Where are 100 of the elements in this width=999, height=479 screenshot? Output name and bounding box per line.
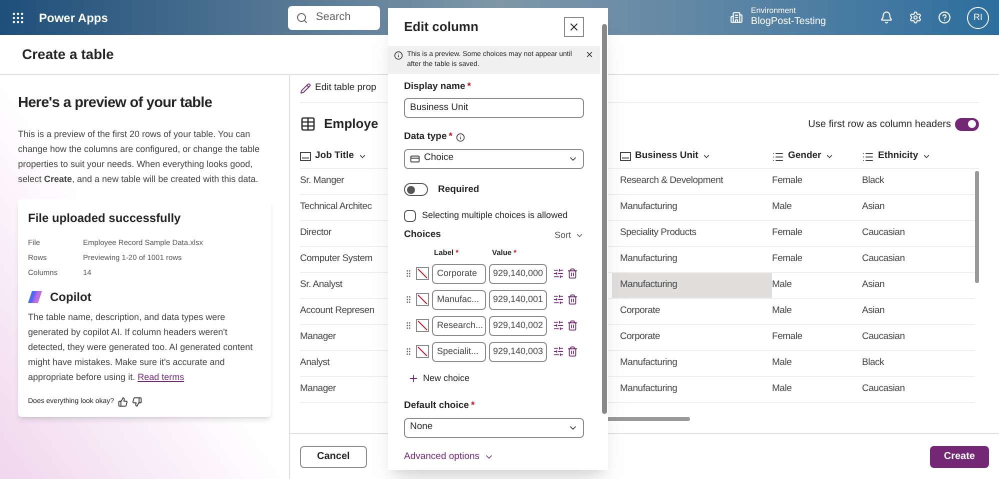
table-cell[interactable]: Female — [772, 221, 862, 246]
table-cell[interactable]: Manufacturing — [612, 195, 772, 220]
checkbox[interactable] — [404, 210, 416, 222]
table-cell[interactable]: Account Represen — [300, 299, 388, 324]
delete-icon[interactable] — [567, 294, 578, 306]
table-cell[interactable]: Male — [772, 351, 862, 376]
read-terms-link[interactable]: Read terms — [138, 372, 184, 382]
required-mark: * — [467, 81, 471, 92]
table-cell[interactable]: Computer System — [300, 247, 388, 272]
choice-value-field[interactable]: 929,140,003 — [489, 342, 547, 362]
choice-value-field[interactable]: 929,140,000 — [489, 264, 547, 284]
column-header[interactable]: Business Unit — [620, 149, 712, 164]
table-cell[interactable]: Female — [772, 325, 862, 350]
table-cell[interactable]: Female — [772, 247, 862, 272]
environment-name[interactable]: BlogPost-Testing — [750, 16, 826, 29]
table-cell[interactable]: Sr. Analyst — [300, 273, 388, 298]
sliders-icon[interactable] — [553, 268, 564, 280]
table-cell[interactable]: Sr. Manger — [300, 169, 388, 194]
settings-icon[interactable] — [909, 11, 922, 24]
copilot-logo-icon — [28, 290, 42, 304]
edit-table-properties-button[interactable]: Edit table prop — [300, 81, 376, 96]
table-cell[interactable]: Manager — [300, 325, 388, 350]
table-cell[interactable]: Male — [772, 273, 862, 298]
sliders-icon[interactable] — [553, 294, 564, 306]
drag-handle-icon[interactable] — [404, 321, 413, 330]
table-cell[interactable]: Male — [772, 377, 862, 402]
header-toggle[interactable] — [955, 118, 979, 130]
column-header[interactable]: Ethnicity — [862, 149, 932, 164]
drag-handle-icon[interactable] — [404, 347, 413, 356]
table-cell[interactable]: Male — [772, 299, 862, 324]
table-cell[interactable]: Caucasian — [862, 377, 962, 402]
info-icon[interactable] — [456, 132, 466, 142]
drag-handle-icon[interactable] — [404, 295, 413, 304]
thumbs-down-icon[interactable] — [132, 397, 142, 407]
choice-label-field[interactable]: Manufac... — [432, 290, 486, 310]
column-header[interactable]: Job Title — [300, 149, 367, 164]
table-cell[interactable]: Caucasian — [862, 247, 962, 272]
no-color-swatch-icon[interactable] — [416, 293, 429, 306]
drag-handle-icon[interactable] — [404, 269, 413, 278]
choice-value-field[interactable]: 929,140,002 — [489, 316, 547, 336]
choice-label-field[interactable]: Specialit... — [432, 342, 486, 362]
table-cell[interactable]: Female — [772, 169, 862, 194]
app-name[interactable]: Power Apps — [39, 8, 108, 26]
help-icon[interactable] — [938, 11, 951, 24]
table-cell[interactable]: Manufacturing — [612, 351, 772, 376]
panel-title: Edit column — [404, 18, 478, 36]
table-cell[interactable]: Research & Development — [612, 169, 772, 194]
choice-value-field[interactable]: 929,140,001 — [489, 290, 547, 310]
no-color-swatch-icon[interactable] — [416, 319, 429, 332]
user-avatar[interactable]: RI — [967, 6, 989, 28]
sliders-icon[interactable] — [553, 346, 564, 358]
close-button[interactable] — [564, 17, 584, 37]
table-cell[interactable]: Male — [772, 195, 862, 220]
table-cell[interactable]: Caucasian — [862, 221, 962, 246]
table-cell[interactable]: Asian — [862, 273, 962, 298]
delete-icon[interactable] — [567, 346, 578, 358]
create-button[interactable]: Create — [930, 446, 989, 468]
table-cell[interactable]: Black — [862, 351, 962, 376]
sort-button[interactable]: Sort — [554, 228, 584, 242]
no-color-swatch-icon[interactable] — [416, 267, 429, 280]
table-cell[interactable]: Corporate — [612, 325, 772, 350]
table-cell[interactable]: Black — [862, 169, 962, 194]
table-cell[interactable]: Manufacturing — [612, 273, 772, 298]
field-label: Display name * — [404, 80, 472, 94]
required-mark: * — [448, 131, 452, 142]
table-cell[interactable]: Asian — [862, 299, 962, 324]
new-choice-button[interactable]: New choice — [408, 372, 584, 386]
required-mark: * — [470, 400, 475, 412]
default-choice-dropdown[interactable]: None — [404, 418, 584, 438]
pencil-icon — [300, 83, 311, 94]
search-field[interactable]: Search — [288, 6, 380, 30]
table-cell[interactable]: Manufacturing — [612, 247, 772, 272]
table-cell[interactable]: Analyst — [300, 351, 388, 376]
cancel-button[interactable]: Cancel — [300, 446, 367, 468]
table-cell[interactable]: Corporate — [612, 299, 772, 324]
table-cell[interactable]: Manufacturing — [612, 377, 772, 402]
delete-icon[interactable] — [567, 268, 578, 280]
column-header[interactable]: Gender — [772, 149, 834, 164]
table-cell[interactable]: Manager — [300, 377, 388, 402]
table-cell[interactable]: Asian — [862, 195, 962, 220]
advanced-options-link[interactable]: Advanced options — [404, 450, 584, 464]
choice-label-field[interactable]: Research... — [432, 316, 486, 336]
vertical-scrollbar[interactable] — [975, 171, 979, 283]
table-cell[interactable]: Technical Architec — [300, 195, 388, 220]
notifications-icon[interactable] — [880, 11, 893, 24]
no-color-swatch-icon[interactable] — [416, 345, 429, 358]
card-icon — [410, 154, 420, 164]
preview-description: This is a preview of the first 20 rows of your table. You can change how the columns are configured, or change the table properties to suit your needs. When everything looks good, select Create, and a new table will be created with this data. — [18, 128, 261, 186]
table-icon — [300, 116, 316, 132]
table-cell[interactable]: Caucasian — [862, 325, 962, 350]
delete-icon[interactable] — [567, 320, 578, 332]
thumbs-up-icon[interactable] — [118, 397, 128, 407]
dismiss-icon[interactable] — [585, 50, 594, 59]
choice-label-field[interactable]: Corporate — [432, 264, 486, 284]
required-toggle[interactable] — [404, 183, 428, 196]
table-cell[interactable]: Speciality Products — [612, 221, 772, 246]
table-cell[interactable]: Director — [300, 221, 388, 246]
display-name-field[interactable]: Business Unit — [404, 98, 584, 118]
data-type-dropdown[interactable]: Choice — [404, 148, 584, 168]
sliders-icon[interactable] — [553, 320, 564, 332]
